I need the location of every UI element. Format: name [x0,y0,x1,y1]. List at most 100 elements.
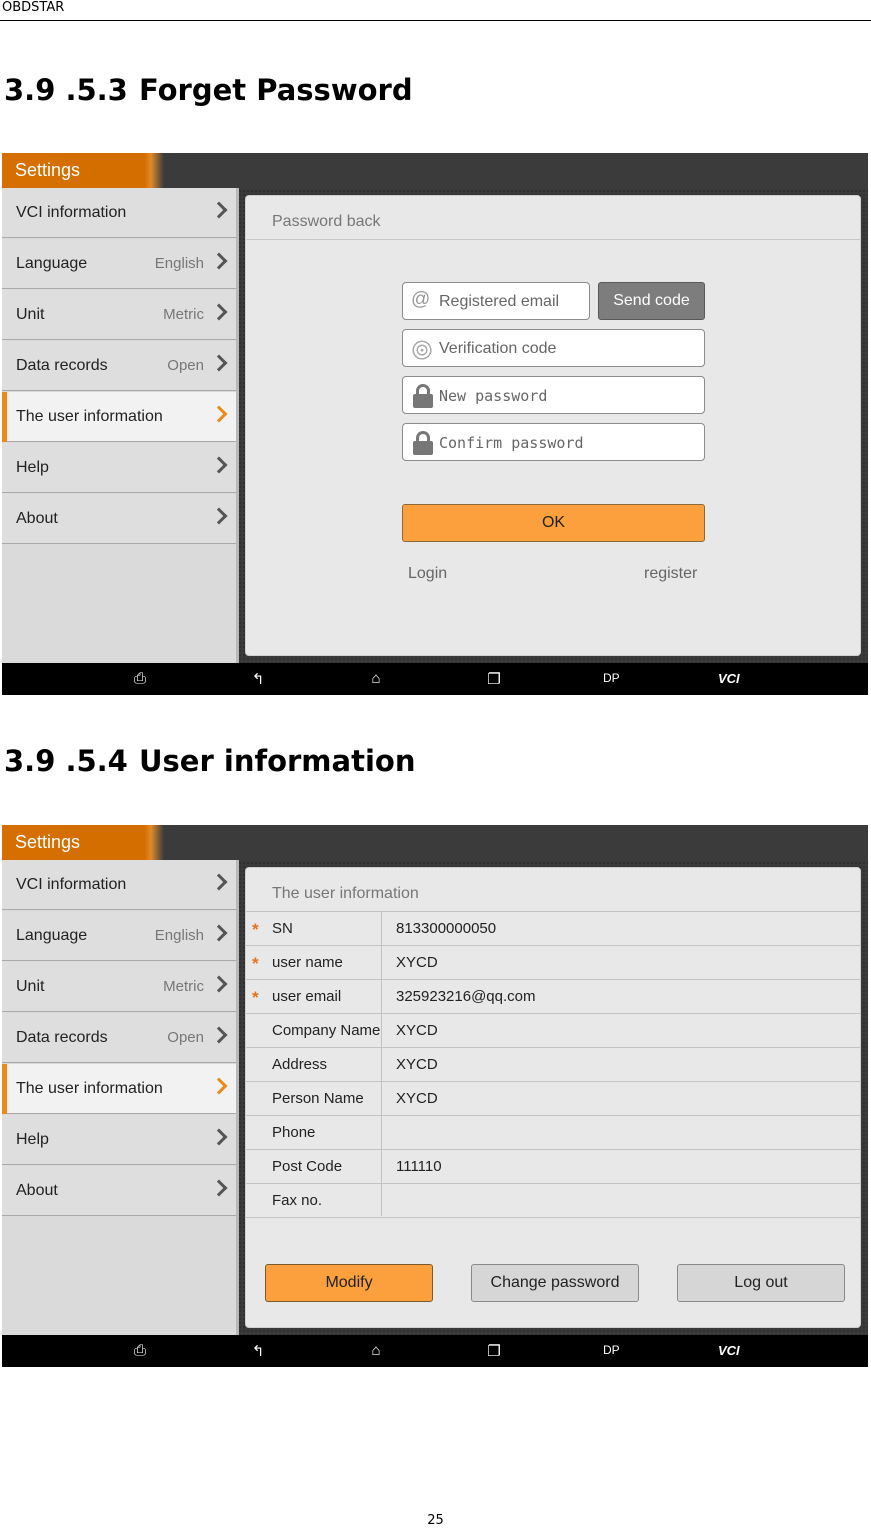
table-row[interactable]: Person Name XYCD [246,1082,860,1116]
sidebar-item-language[interactable]: Language English [2,911,236,961]
section-heading-forget-password: 3.9 .5.3 Forget Password [4,73,413,107]
recent-apps-icon[interactable]: ❐ [479,670,509,688]
sidebar-item-label: Unit [16,978,45,995]
change-password-button[interactable]: Change password [471,1264,639,1302]
table-row[interactable]: Phone [246,1116,860,1150]
table-row[interactable]: * SN 813300000050 [246,912,860,946]
sidebar-item-help[interactable]: Help [2,1115,236,1165]
table-row[interactable]: * user name XYCD [246,946,860,980]
row-value: 111110 [396,1158,442,1175]
chevron-right-icon [210,1179,228,1197]
sidebar-item-about[interactable]: About [2,494,236,544]
table-row[interactable]: Company Name XYCD [246,1014,860,1048]
home-icon[interactable]: ⌂ [361,1342,391,1359]
section-heading-user-information: 3.9 .5.4 User information [4,744,415,778]
sidebar-item-user-information[interactable]: The user information [2,1064,236,1114]
table-row[interactable]: * user email 325923216@qq.com [246,980,860,1014]
row-label: user name [272,954,343,971]
sidebar-item-label: Language [16,255,88,272]
row-value: XYCD [396,1056,438,1073]
login-link[interactable]: Login [408,565,447,583]
chevron-right-icon [210,873,228,891]
sidebar-item-unit[interactable]: Unit Metric [2,962,236,1012]
printer-icon[interactable]: ⎙ [125,1342,155,1359]
sidebar-item-label: Unit [16,306,45,323]
sidebar-item-about[interactable]: About [2,1166,236,1216]
row-label: Post Code [272,1158,343,1175]
send-code-button[interactable]: Send code [598,282,705,320]
home-icon[interactable]: ⌂ [361,670,391,687]
new-password-input[interactable]: New password [402,376,705,414]
row-value: 813300000050 [396,920,497,937]
confirm-password-input[interactable]: Confirm password [402,423,705,461]
chevron-right-icon [210,252,228,270]
recent-apps-icon[interactable]: ❐ [479,1342,509,1360]
printer-icon[interactable]: ⎙ [125,670,155,687]
panel-title: The user information [272,885,419,902]
modify-button[interactable]: Modify [265,1264,433,1302]
sidebar-item-label: VCI information [16,876,127,893]
screenshot-forget-password: Settings VCI information Language English… [2,153,868,695]
vci-status-icon[interactable]: VCI [718,671,740,686]
registered-email-input[interactable]: @ Registered email [402,282,590,320]
row-label: SN [272,920,293,937]
row-label: Phone [272,1124,316,1141]
sidebar-item-value: Open [167,1029,204,1046]
back-icon[interactable]: ↰ [243,670,273,688]
ok-button[interactable]: OK [402,504,705,542]
header-rule [0,20,871,21]
sidebar-item-unit[interactable]: Unit Metric [2,290,236,340]
chevron-right-icon [210,924,228,942]
title-tab: Settings [2,825,164,860]
sidebar-item-value: Open [167,357,204,374]
sidebar-item-label: The user information [16,1080,163,1097]
section-title: User information [139,744,416,778]
required-marker: * [252,954,259,973]
chevron-right-icon [210,1077,228,1095]
vci-status-icon[interactable]: VCI [718,1343,740,1358]
table-row[interactable]: Post Code 111110 [246,1150,860,1184]
sidebar-item-value: English [154,255,204,272]
sidebar-item-data-records[interactable]: Data records Open [2,341,236,391]
back-icon[interactable]: ↰ [243,1342,273,1360]
dp-label[interactable]: DP [603,671,620,685]
sidebar-item-label: The user information [16,408,163,425]
row-value: XYCD [396,954,438,971]
document-header: OBDSTAR [2,0,65,15]
register-link[interactable]: register [644,565,697,583]
sidebar-item-label: VCI information [16,204,127,221]
table-row[interactable]: Address XYCD [246,1048,860,1082]
verification-code-input[interactable]: Verification code [402,329,705,367]
title-tab: Settings [2,153,164,188]
sidebar-item-value: Metric [163,306,204,323]
sidebar-item-language[interactable]: Language English [2,239,236,289]
sidebar-item-label: Help [16,1131,49,1148]
sidebar-item-value: Metric [163,978,204,995]
row-label: Company Name [272,1022,380,1039]
sidebar-item-user-information[interactable]: The user information [2,392,236,442]
row-label: Person Name [272,1090,364,1107]
sidebar-item-value: English [154,927,204,944]
panel-divider [246,239,860,240]
sidebar-item-vci-information[interactable]: VCI information [2,188,236,238]
log-out-button[interactable]: Log out [677,1264,845,1302]
row-label: user email [272,988,342,1005]
section-title: Forget Password [139,73,413,107]
chevron-right-icon [210,354,228,372]
chevron-right-icon [210,1026,228,1044]
table-row[interactable]: Fax no. [246,1184,860,1218]
required-marker: * [252,920,259,939]
dp-label[interactable]: DP [603,1343,620,1357]
row-label: Fax no. [272,1192,323,1209]
sidebar-item-help[interactable]: Help [2,443,236,493]
chevron-right-icon [210,201,228,219]
section-number: 3.9 .5.4 [4,744,128,778]
screenshot-user-information: Settings VCI information Language English… [2,825,868,1367]
sidebar-item-data-records[interactable]: Data records Open [2,1013,236,1063]
required-marker: * [252,988,259,1007]
sidebar-item-vci-information[interactable]: VCI information [2,860,236,910]
page-number: 25 [427,1513,444,1528]
chevron-right-icon [210,456,228,474]
sidebar-item-label: About [16,1182,58,1199]
title-bar: Settings [2,153,868,188]
